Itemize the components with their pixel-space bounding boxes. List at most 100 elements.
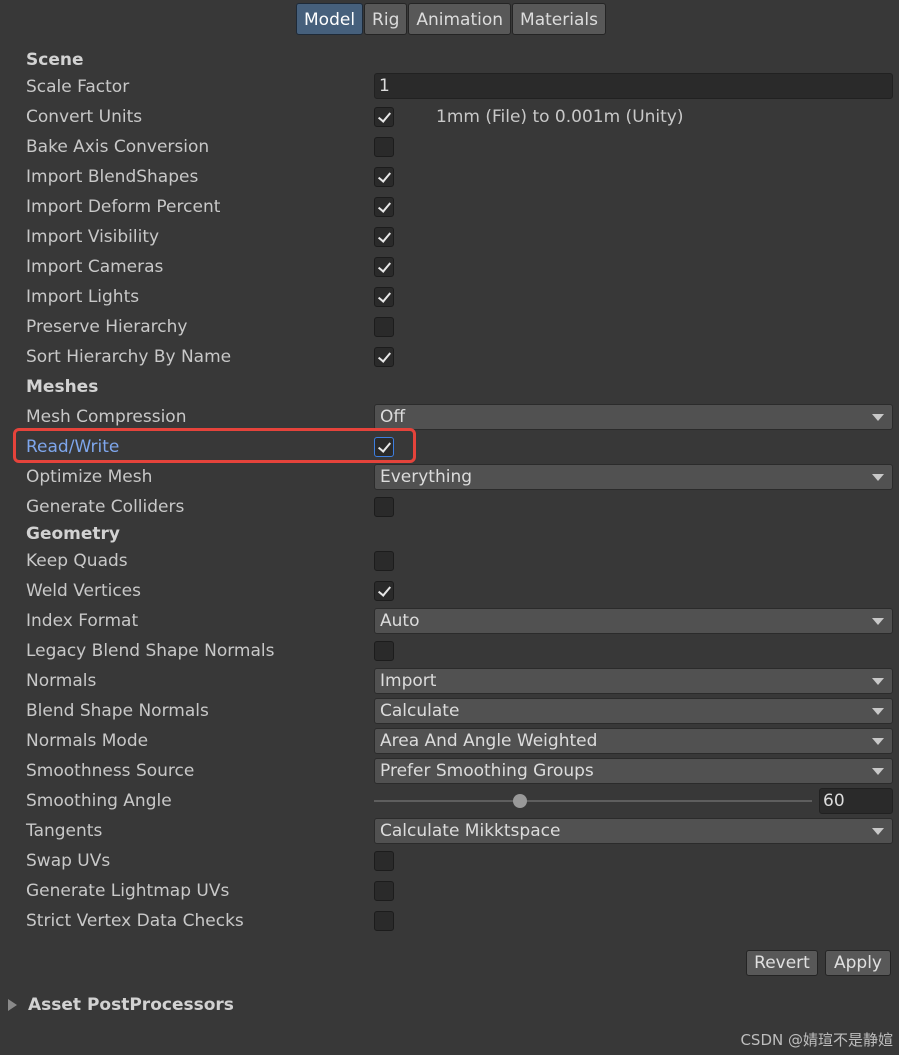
generate-colliders-checkbox[interactable]	[374, 497, 394, 517]
generate-lightmap-uvs-label: Generate Lightmap UVs	[26, 881, 230, 901]
dropdown-arrow-icon	[872, 474, 884, 481]
optimize-mesh-value: Everything	[380, 467, 473, 487]
import-deform-percent-row: Import Deform Percent	[0, 192, 899, 222]
smoothing-angle-label: Smoothing Angle	[26, 791, 172, 811]
index-format-row: Index Format Auto	[0, 606, 899, 636]
mesh-compression-value: Off	[380, 407, 406, 427]
meshes-section-header: Meshes	[0, 372, 899, 402]
blend-shape-normals-row: Blend Shape Normals Calculate	[0, 696, 899, 726]
bake-axis-row: Bake Axis Conversion	[0, 132, 899, 162]
smoothing-angle-slider[interactable]	[374, 800, 812, 802]
strict-vertex-checks-checkbox[interactable]	[374, 911, 394, 931]
import-lights-label: Import Lights	[26, 287, 140, 307]
optimize-mesh-label: Optimize Mesh	[26, 467, 153, 487]
keep-quads-checkbox[interactable]	[374, 551, 394, 571]
mesh-compression-dropdown[interactable]: Off	[374, 404, 893, 430]
smoothness-source-label: Smoothness Source	[26, 761, 195, 781]
foldout-arrow-icon	[8, 999, 17, 1011]
import-deform-percent-label: Import Deform Percent	[26, 197, 221, 217]
swap-uvs-row: Swap UVs	[0, 846, 899, 876]
blend-shape-normals-dropdown[interactable]: Calculate	[374, 698, 893, 724]
bake-axis-label: Bake Axis Conversion	[26, 137, 210, 157]
sort-hierarchy-row: Sort Hierarchy By Name	[0, 342, 899, 372]
preserve-hierarchy-row: Preserve Hierarchy	[0, 312, 899, 342]
convert-units-checkbox[interactable]	[374, 107, 394, 127]
sort-hierarchy-label: Sort Hierarchy By Name	[26, 347, 232, 367]
tangents-label: Tangents	[26, 821, 103, 841]
optimize-mesh-row: Optimize Mesh Everything	[0, 462, 899, 492]
import-deform-percent-checkbox[interactable]	[374, 197, 394, 217]
tab-materials[interactable]: Materials	[512, 3, 606, 35]
preserve-hierarchy-label: Preserve Hierarchy	[26, 317, 188, 337]
tab-model[interactable]: Model	[296, 3, 364, 35]
scene-header: Scene	[26, 50, 84, 70]
legacy-blend-normals-checkbox[interactable]	[374, 641, 394, 661]
strict-vertex-checks-label: Strict Vertex Data Checks	[26, 911, 244, 931]
normals-dropdown[interactable]: Import	[374, 668, 893, 694]
strict-vertex-checks-row: Strict Vertex Data Checks	[0, 906, 899, 936]
dropdown-arrow-icon	[872, 414, 884, 421]
preserve-hierarchy-checkbox[interactable]	[374, 317, 394, 337]
import-cameras-checkbox[interactable]	[374, 257, 394, 277]
asset-postprocessors-label: Asset PostProcessors	[28, 995, 234, 1015]
swap-uvs-label: Swap UVs	[26, 851, 111, 871]
tab-animation[interactable]: Animation	[408, 3, 512, 35]
convert-units-label: Convert Units	[26, 107, 143, 127]
smoothness-source-dropdown[interactable]: Prefer Smoothing Groups	[374, 758, 893, 784]
scene-section-header: Scene	[0, 45, 899, 75]
watermark: CSDN @婧瑄不是静媗	[740, 1031, 893, 1049]
import-cameras-row: Import Cameras	[0, 252, 899, 282]
normals-mode-dropdown[interactable]: Area And Angle Weighted	[374, 728, 893, 754]
tangents-dropdown[interactable]: Calculate Mikktspace	[374, 818, 893, 844]
import-blendshapes-row: Import BlendShapes	[0, 162, 899, 192]
swap-uvs-checkbox[interactable]	[374, 851, 394, 871]
import-lights-checkbox[interactable]	[374, 287, 394, 307]
dropdown-arrow-icon	[872, 708, 884, 715]
weld-vertices-row: Weld Vertices	[0, 576, 899, 606]
optimize-mesh-dropdown[interactable]: Everything	[374, 464, 893, 490]
blend-shape-normals-value: Calculate	[380, 701, 460, 721]
generate-lightmap-uvs-checkbox[interactable]	[374, 881, 394, 901]
normals-row: Normals Import	[0, 666, 899, 696]
apply-button[interactable]: Apply	[825, 950, 891, 976]
normals-mode-value: Area And Angle Weighted	[380, 731, 598, 751]
convert-units-row: Convert Units 1mm (File) to 0.001m (Unit…	[0, 102, 899, 132]
generate-lightmap-uvs-row: Generate Lightmap UVs	[0, 876, 899, 906]
dropdown-arrow-icon	[872, 828, 884, 835]
meshes-header: Meshes	[26, 377, 99, 397]
scale-factor-input[interactable]: 1	[374, 73, 893, 99]
smoothness-source-row: Smoothness Source Prefer Smoothing Group…	[0, 756, 899, 786]
blend-shape-normals-label: Blend Shape Normals	[26, 701, 209, 721]
smoothing-angle-slider-handle[interactable]	[513, 794, 527, 808]
tangents-row: Tangents Calculate Mikktspace	[0, 816, 899, 846]
index-format-label: Index Format	[26, 611, 139, 631]
revert-button[interactable]: Revert	[746, 950, 818, 976]
legacy-blend-normals-label: Legacy Blend Shape Normals	[26, 641, 275, 661]
tab-rig[interactable]: Rig	[364, 3, 408, 35]
normals-value: Import	[380, 671, 437, 691]
smoothness-source-value: Prefer Smoothing Groups	[380, 761, 594, 781]
weld-vertices-checkbox[interactable]	[374, 581, 394, 601]
keep-quads-row: Keep Quads	[0, 546, 899, 576]
smoothing-angle-input[interactable]: 60	[819, 788, 893, 814]
import-lights-row: Import Lights	[0, 282, 899, 312]
dropdown-arrow-icon	[872, 678, 884, 685]
dropdown-arrow-icon	[872, 738, 884, 745]
index-format-dropdown[interactable]: Auto	[374, 608, 893, 634]
import-visibility-label: Import Visibility	[26, 227, 160, 247]
weld-vertices-label: Weld Vertices	[26, 581, 141, 601]
read-write-highlight-annotation	[13, 428, 416, 463]
geometry-section-header: Geometry	[0, 519, 899, 549]
legacy-blend-normals-row: Legacy Blend Shape Normals	[0, 636, 899, 666]
import-visibility-checkbox[interactable]	[374, 227, 394, 247]
normals-label: Normals	[26, 671, 97, 691]
import-blendshapes-checkbox[interactable]	[374, 167, 394, 187]
normals-mode-row: Normals Mode Area And Angle Weighted	[0, 726, 899, 756]
sort-hierarchy-checkbox[interactable]	[374, 347, 394, 367]
index-format-value: Auto	[380, 611, 420, 631]
bake-axis-checkbox[interactable]	[374, 137, 394, 157]
dropdown-arrow-icon	[872, 768, 884, 775]
inspector-tabs: Model Rig Animation Materials	[296, 3, 607, 37]
generate-colliders-row: Generate Colliders	[0, 492, 899, 522]
import-blendshapes-label: Import BlendShapes	[26, 167, 199, 187]
